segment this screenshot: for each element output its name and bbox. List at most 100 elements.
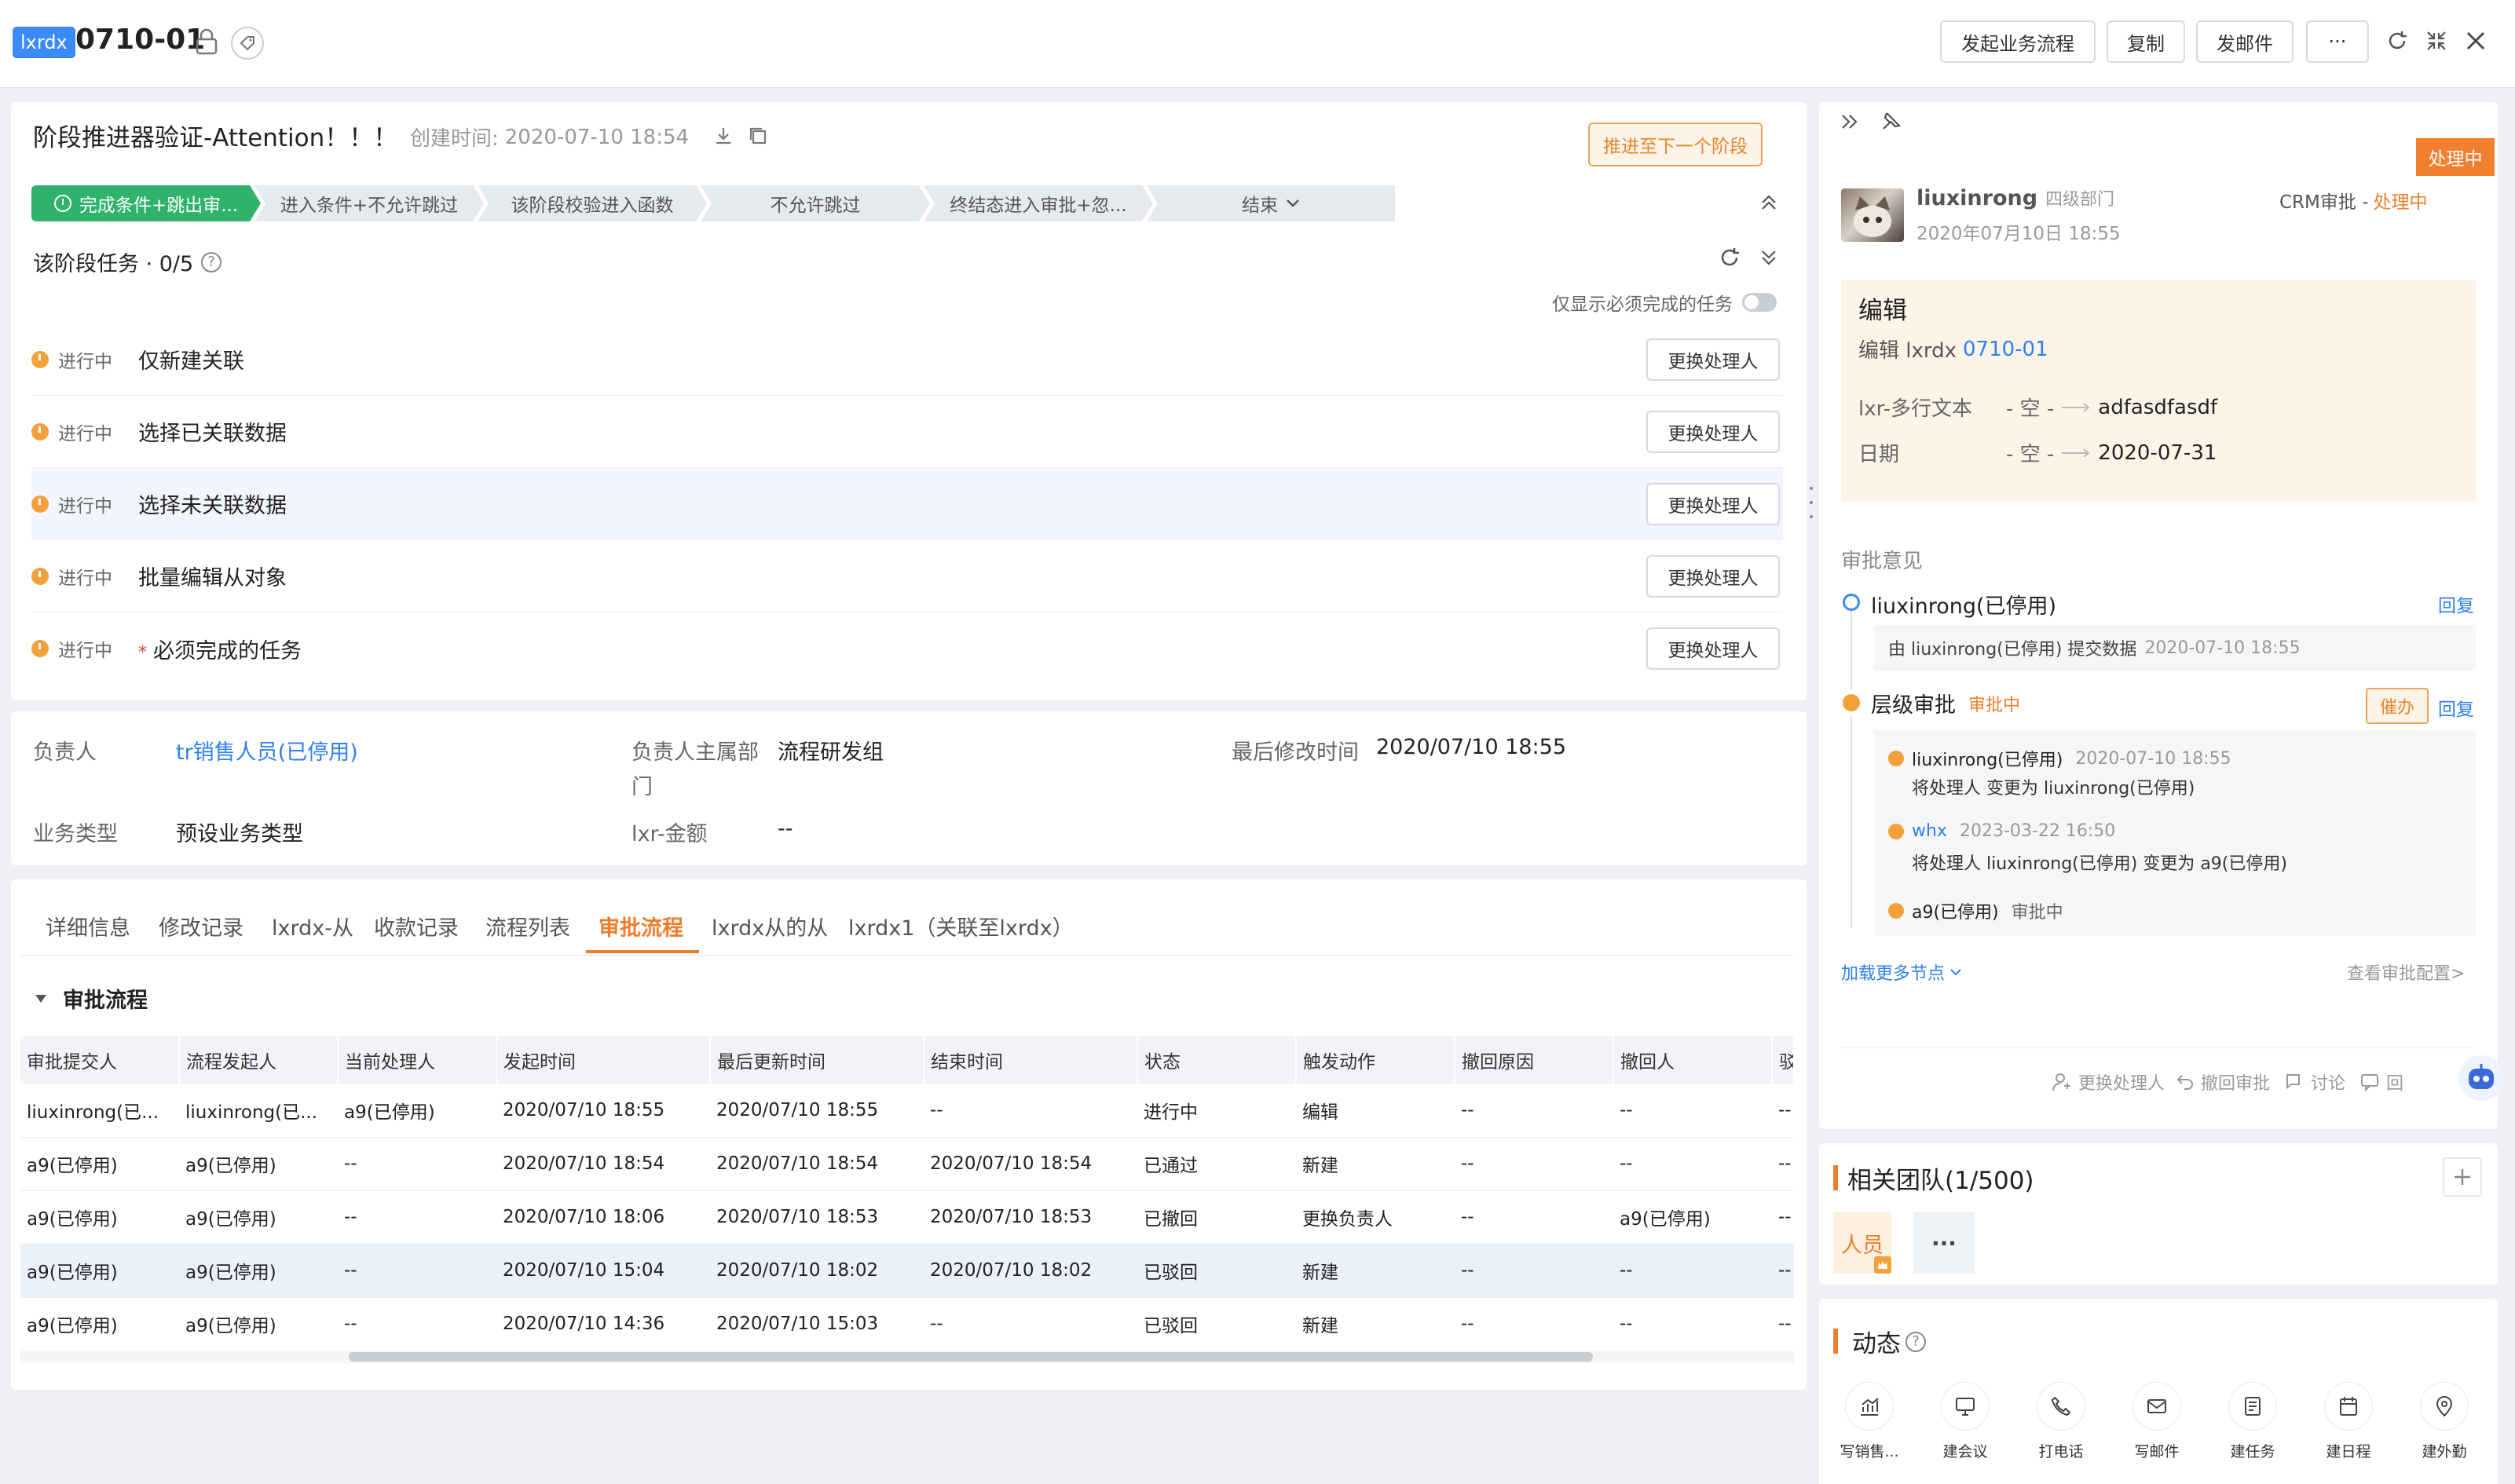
undo-icon xyxy=(2176,1073,2195,1091)
tag-icon[interactable] xyxy=(231,27,264,60)
table-row[interactable]: liuxinrong(已... liuxinrong(已... a9(已停用) 202… xyxy=(20,1084,1794,1138)
task-name[interactable]: 选择未关联数据 xyxy=(138,488,1646,519)
modified-value: 2020/07/10 18:55 xyxy=(1376,735,1567,759)
table-row[interactable]: a9(已停用) a9(已停用) -- 2020/07/10 14:36 2020/07/… xyxy=(20,1297,1794,1351)
sub-record: liuxinrong(已停用) 2020-07-10 18:55 xyxy=(1888,746,2231,771)
avatar[interactable] xyxy=(1841,188,1904,242)
withdraw-approval-action[interactable]: 撤回审批 xyxy=(2201,1069,2270,1095)
tab-flow-list[interactable]: 流程列表 xyxy=(485,911,570,941)
change-handler-button[interactable]: 更换处理人 xyxy=(1646,627,1780,670)
tab-details[interactable]: 详细信息 xyxy=(46,911,130,941)
task-name-label: 必须完成的任务 xyxy=(153,638,302,663)
section-accent-bar xyxy=(1833,1329,1838,1354)
action-create-field-visit[interactable]: 建外勤 xyxy=(2405,1382,2484,1461)
team-title: 相关团队(1/500) xyxy=(1847,1167,2034,1195)
expand-panel-icon[interactable] xyxy=(1840,111,1860,132)
column-header[interactable]: 最后更新时间 xyxy=(710,1036,924,1084)
stage-step-6[interactable]: 结束 xyxy=(1147,185,1395,221)
column-header[interactable]: 触发动作 xyxy=(1296,1036,1455,1084)
lock-icon[interactable] xyxy=(195,28,218,55)
sub2-name[interactable]: whx xyxy=(1912,821,1947,841)
column-header[interactable]: 撤回人 xyxy=(1613,1036,1773,1084)
action-create-meeting[interactable]: 建会议 xyxy=(1926,1382,2004,1461)
table-cell: liuxinrong(已... xyxy=(20,1084,179,1138)
task-name[interactable]: 仅新建关联 xyxy=(138,344,1646,375)
reply-link[interactable]: 回复 xyxy=(2438,590,2474,617)
help-icon[interactable]: ? xyxy=(1905,1331,1926,1352)
stage-step-4[interactable]: 不允许跳过 xyxy=(701,185,930,221)
tab-lxrdx-child[interactable]: lxrdx-从 xyxy=(272,911,353,941)
reply-link[interactable]: 回复 xyxy=(2438,694,2474,721)
close-icon[interactable] xyxy=(2465,30,2487,52)
change-handler-action[interactable]: 更换处理人 xyxy=(2078,1069,2165,1095)
pin-icon[interactable] xyxy=(1879,110,1902,133)
change-handler-button[interactable]: 更换处理人 xyxy=(1646,482,1780,525)
download-icon[interactable] xyxy=(713,126,734,146)
tab-modify-log[interactable]: 修改记录 xyxy=(159,911,243,941)
stage-step-5[interactable]: 终结态进入审批+忽... xyxy=(924,185,1153,221)
table-horizontal-scrollbar[interactable] xyxy=(349,1352,1593,1362)
start-flow-button[interactable]: 发起业务流程 xyxy=(1940,20,2096,63)
reply-action[interactable]: 回 xyxy=(2386,1069,2403,1095)
column-header[interactable]: 状态 xyxy=(1137,1036,1297,1084)
column-header[interactable]: 撤回原因 xyxy=(1455,1036,1614,1084)
tab-lxrdx-grandchild[interactable]: lxrdx从的从 xyxy=(712,911,828,941)
copy-button[interactable]: 复制 xyxy=(2107,20,2185,63)
stage-step-3[interactable]: 该阶段校验进入函数 xyxy=(478,185,707,221)
action-write-email[interactable]: 写邮件 xyxy=(2118,1382,2196,1461)
user-name[interactable]: liuxinrong xyxy=(1916,186,2037,210)
table-row[interactable]: a9(已停用) a9(已停用) -- 2020/07/10 15:04 2020/07/… xyxy=(20,1244,1794,1298)
copy-icon[interactable] xyxy=(748,126,768,146)
stage-step-2[interactable]: 进入条件+不允许跳过 xyxy=(254,185,484,221)
task-name[interactable]: 批量编辑从对象 xyxy=(138,561,1646,591)
action-create-task[interactable]: 建任务 xyxy=(2213,1382,2292,1461)
expand-down-icon[interactable] xyxy=(1759,248,1778,267)
collapse-up-icon[interactable] xyxy=(1759,193,1778,212)
stage-step-1[interactable]: 完成条件+跳出审... xyxy=(31,185,261,221)
in-progress-icon xyxy=(31,640,49,657)
urge-button[interactable]: 催办 xyxy=(2366,688,2429,724)
table-cell: 已驳回 xyxy=(1137,1297,1296,1351)
collapse-icon[interactable] xyxy=(2425,30,2447,52)
refresh-icon[interactable] xyxy=(2386,30,2408,52)
column-header[interactable]: 流程发起人 xyxy=(179,1036,339,1084)
view-config-link[interactable]: 查看审批配置> xyxy=(2347,959,2465,985)
action-write-sales-record[interactable]: 写销售... xyxy=(1830,1382,1909,1461)
column-header[interactable]: 当前处理人 xyxy=(338,1036,497,1084)
task-name[interactable]: * 必须完成的任务 xyxy=(138,634,1646,664)
change-handler-button[interactable]: 更换处理人 xyxy=(1646,338,1780,381)
chevron-down-icon xyxy=(1949,968,1962,976)
tab-lxrdx1[interactable]: lxrdx1（关联至lxrdx） xyxy=(848,911,1074,941)
help-icon[interactable]: ? xyxy=(201,251,222,272)
change-handler-button[interactable]: 更换处理人 xyxy=(1646,554,1780,598)
chevron-down-icon xyxy=(1286,199,1300,208)
edit-record-link[interactable]: 0710-01 xyxy=(1963,338,2048,361)
column-header[interactable]: 结束时间 xyxy=(924,1036,1138,1084)
only-required-toggle[interactable] xyxy=(1742,293,1777,312)
panel-splitter-handle[interactable] xyxy=(1808,487,1814,518)
owner-value-link[interactable]: tr销售人员(已停用) xyxy=(176,735,358,766)
action-label: 写邮件 xyxy=(2134,1443,2180,1460)
tab-payments[interactable]: 收款记录 xyxy=(374,911,459,941)
tab-approval-flow[interactable]: 审批流程 xyxy=(599,911,683,941)
add-member-button[interactable] xyxy=(2443,1157,2482,1197)
action-create-schedule[interactable]: 建日程 xyxy=(2309,1382,2388,1461)
team-more-button[interactable]: ··· xyxy=(1913,1212,1975,1274)
column-header[interactable]: 发起时间 xyxy=(496,1036,711,1084)
table-row[interactable]: a9(已停用) a9(已停用) -- 2020/07/10 18:54 2020/07/… xyxy=(20,1137,1794,1191)
task-name[interactable]: 选择已关联数据 xyxy=(138,416,1646,447)
refresh-tasks-icon[interactable] xyxy=(1719,247,1741,269)
action-make-call[interactable]: 打电话 xyxy=(2022,1382,2100,1461)
discuss-action[interactable]: 讨论 xyxy=(2311,1069,2345,1095)
column-header[interactable]: 驳 xyxy=(1772,1036,1795,1084)
send-mail-button[interactable]: 发邮件 xyxy=(2196,20,2294,63)
change-handler-button[interactable]: 更换处理人 xyxy=(1646,410,1780,453)
table-cell: -- xyxy=(924,1084,1137,1138)
approval-section-header[interactable]: 审批流程 xyxy=(35,983,148,1014)
assistant-bot-icon[interactable] xyxy=(2458,1055,2504,1101)
table-row[interactable]: a9(已停用) a9(已停用) -- 2020/07/10 18:06 2020/07/… xyxy=(20,1190,1794,1245)
more-button[interactable]: ··· xyxy=(2306,20,2369,63)
column-header[interactable]: 审批提交人 xyxy=(20,1036,180,1084)
advance-stage-button[interactable]: 推进至下一个阶段 xyxy=(1588,122,1763,166)
load-more-link[interactable]: 加载更多节点 xyxy=(1841,959,1962,985)
